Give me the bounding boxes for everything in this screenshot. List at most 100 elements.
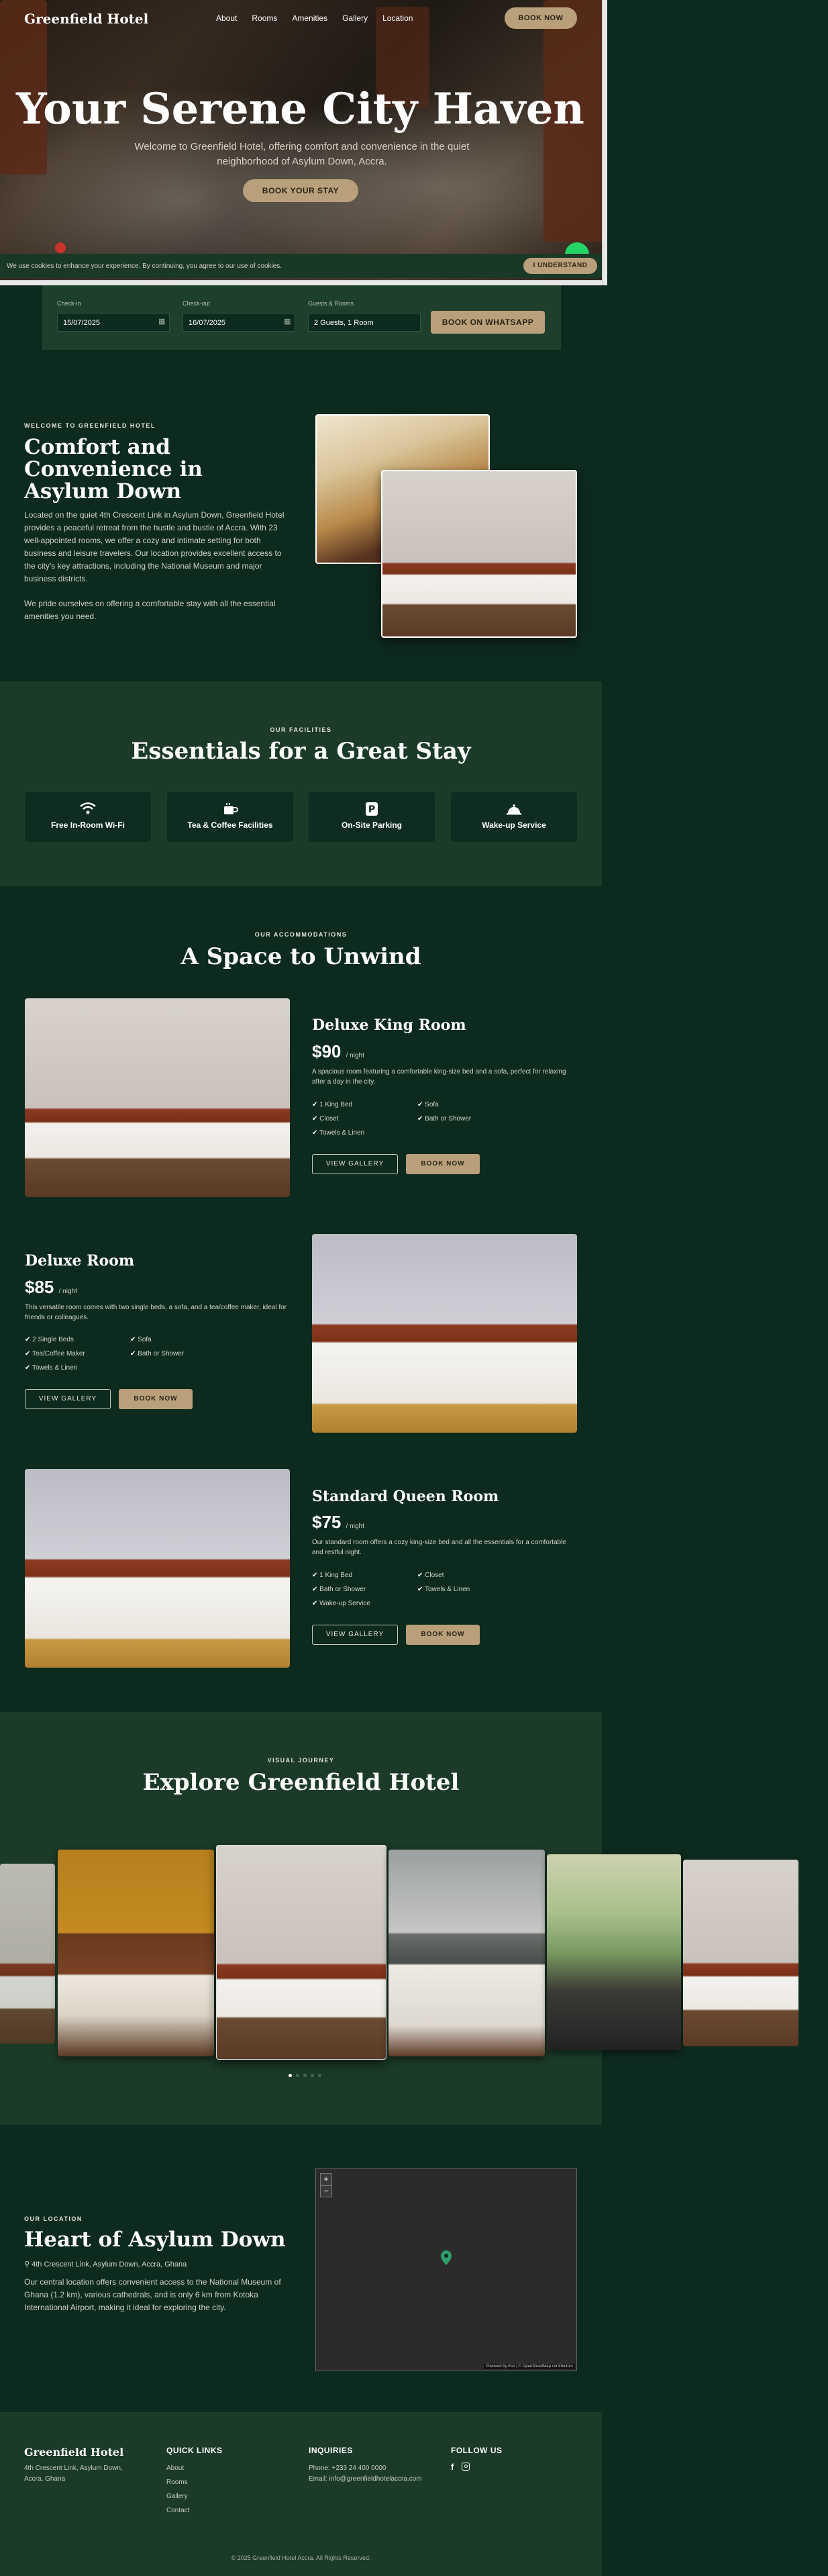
- footer-brand: Greenfield Hotel: [24, 2446, 124, 2459]
- room-title: Deluxe Room: [25, 1252, 135, 1270]
- amenity-item: Tea/Coffee Maker: [25, 1350, 85, 1357]
- quick-links-title: QUICK LINKS: [166, 2446, 223, 2455]
- amenity-item: Sofa: [130, 1336, 152, 1343]
- price-unit: / night: [58, 1288, 77, 1295]
- map-zoom-controls: + −: [320, 2173, 332, 2197]
- room-image-deluxe[interactable]: [312, 1234, 577, 1433]
- amenity-item: 2 Single Beds: [25, 1336, 74, 1343]
- footer-link-gallery[interactable]: Gallery: [166, 2491, 188, 2502]
- pagination-dot[interactable]: [311, 2074, 314, 2077]
- view-gallery-button[interactable]: VIEW GALLERY: [312, 1154, 398, 1174]
- price-value: $85: [25, 1277, 54, 1297]
- nav-about[interactable]: About: [216, 13, 237, 23]
- book-now-button[interactable]: BOOK NOW: [406, 1625, 480, 1645]
- checkin-label: Check-in: [57, 300, 81, 307]
- nav-links: About Rooms Amenities Gallery Location: [216, 13, 413, 23]
- footer-link-about[interactable]: About: [166, 2463, 184, 2474]
- pagination-dot[interactable]: [303, 2074, 307, 2077]
- room-price: $90 / night: [312, 1041, 364, 1062]
- footer-phone[interactable]: Phone: +233 24 400 0000: [309, 2463, 386, 2474]
- location-title: Heart of Asylum Down: [24, 2228, 286, 2252]
- cookie-accept-button[interactable]: I UNDERSTAND: [523, 258, 597, 274]
- gallery-image[interactable]: [683, 1860, 798, 2046]
- book-now-button[interactable]: BOOK NOW: [119, 1389, 193, 1409]
- cookie-banner: We use cookies to enhance your experienc…: [0, 254, 607, 278]
- copyright: © 2025 Greenfield Hotel Accra. All Right…: [231, 2555, 371, 2561]
- whatsapp-book-button[interactable]: BOOK ON WHATSAPP: [431, 311, 545, 334]
- svg-text:P: P: [368, 804, 375, 815]
- logo[interactable]: Greenfield Hotel: [24, 11, 148, 27]
- carousel-dot-icon: [55, 242, 66, 253]
- facility-card-wifi: Free In-Room Wi-Fi: [25, 792, 151, 842]
- hero-cta-button[interactable]: BOOK YOUR STAY: [243, 179, 358, 202]
- footer-link-contact[interactable]: Contact: [166, 2506, 189, 2516]
- welcome-title: Comfort and Convenience in Asylum Down: [24, 435, 203, 504]
- amenity-item: 1 King Bed: [312, 1572, 352, 1579]
- gallery-image[interactable]: [389, 1850, 545, 2056]
- checkout-label: Check-out: [183, 300, 211, 307]
- pagination-dot[interactable]: [318, 2074, 321, 2077]
- rooms-title: A Space to Unwind: [180, 943, 421, 970]
- facility-label: Tea & Coffee Facilities: [187, 820, 273, 830]
- room-price: $85 / night: [25, 1277, 77, 1298]
- calendar-icon: ▦: [284, 318, 291, 326]
- facebook-icon[interactable]: f: [451, 2462, 454, 2472]
- amenity-item: Closet: [417, 1572, 444, 1579]
- amenity-item: Wake-up Service: [312, 1600, 370, 1607]
- location-address: ⚲ 4th Crescent Link, Asylum Down, Accra,…: [24, 2260, 187, 2269]
- vertical-scrollbar[interactable]: [602, 0, 607, 285]
- address-text: 4th Crescent Link, Asylum Down, Accra, G…: [32, 2260, 187, 2269]
- book-now-button[interactable]: BOOK NOW: [406, 1154, 480, 1174]
- gallery-image[interactable]: [547, 1854, 681, 2050]
- location-map[interactable]: + − Powered by Esri | © OpenStreetMap co…: [315, 2168, 577, 2371]
- price-unit: / night: [346, 1052, 364, 1059]
- map-pin-icon: ⚲: [24, 2260, 30, 2269]
- amenity-item: Towels & Linen: [417, 1586, 470, 1593]
- nav-location[interactable]: Location: [382, 13, 413, 23]
- room-price: $75 / night: [312, 1512, 364, 1533]
- facilities-section: OUR FACILITIES Essentials for a Great St…: [0, 681, 602, 886]
- view-gallery-button[interactable]: VIEW GALLERY: [25, 1389, 111, 1409]
- room-title: Standard Queen Room: [312, 1488, 499, 1505]
- guests-input[interactable]: 2 Guests, 1 Room: [308, 313, 421, 332]
- nav-book-now-button[interactable]: BOOK NOW: [505, 7, 577, 29]
- amenity-item: Closet: [312, 1115, 338, 1123]
- room-image-deluxe-king[interactable]: [25, 998, 290, 1197]
- zoom-in-icon[interactable]: +: [321, 2174, 331, 2186]
- nav-amenities[interactable]: Amenities: [292, 13, 327, 23]
- amenity-item: Bath or Shower: [130, 1350, 184, 1357]
- room-description: A spacious room featuring a comfortable …: [312, 1068, 566, 1086]
- amenity-item: Sofa: [417, 1101, 439, 1108]
- footer-email[interactable]: Email: info@greenfieldhotelaccra.com: [309, 2474, 422, 2485]
- facility-label: On-Site Parking: [341, 820, 403, 830]
- map-marker-icon[interactable]: [441, 2250, 452, 2265]
- nav-gallery[interactable]: Gallery: [342, 13, 368, 23]
- amenity-item: Towels & Linen: [25, 1364, 77, 1372]
- checkout-input[interactable]: 16/07/2025: [183, 313, 295, 332]
- gallery-image-active[interactable]: [216, 1845, 386, 2060]
- gallery-image[interactable]: [58, 1850, 214, 2056]
- map-attribution[interactable]: Powered by Esri | © OpenStreetMap contri…: [483, 2364, 575, 2369]
- footer-address: 4th Crescent Link, Asylum Down, Accra, G…: [24, 2465, 123, 2483]
- bell-icon: [505, 802, 523, 816]
- nav-rooms[interactable]: Rooms: [252, 13, 277, 23]
- horizontal-scrollbar[interactable]: [0, 280, 602, 285]
- pagination-dot[interactable]: [296, 2074, 299, 2077]
- welcome-paragraph-2: We pride ourselves on offering a comfort…: [24, 599, 276, 621]
- rooms-eyebrow: OUR ACCOMMODATIONS: [254, 931, 348, 938]
- zoom-out-icon[interactable]: −: [321, 2186, 331, 2197]
- pagination-dot-active[interactable]: [289, 2074, 292, 2077]
- amenity-item: Towels & Linen: [312, 1129, 364, 1137]
- gallery-image[interactable]: [0, 1864, 55, 2044]
- room-image-standard-queen[interactable]: [25, 1469, 290, 1668]
- checkin-input[interactable]: 15/07/2025: [57, 313, 170, 332]
- room-title: Deluxe King Room: [312, 1016, 466, 1034]
- footer-link-rooms[interactable]: Rooms: [166, 2477, 188, 2488]
- calendar-icon: ▦: [158, 318, 166, 326]
- view-gallery-button[interactable]: VIEW GALLERY: [312, 1625, 398, 1645]
- wifi-icon: [79, 802, 97, 816]
- inquiries-title: INQUIRIES: [309, 2446, 353, 2455]
- welcome-paragraph-1: Located on the quiet 4th Crescent Link i…: [24, 510, 284, 583]
- instagram-icon[interactable]: [462, 2463, 470, 2471]
- price-value: $90: [312, 1041, 342, 1061]
